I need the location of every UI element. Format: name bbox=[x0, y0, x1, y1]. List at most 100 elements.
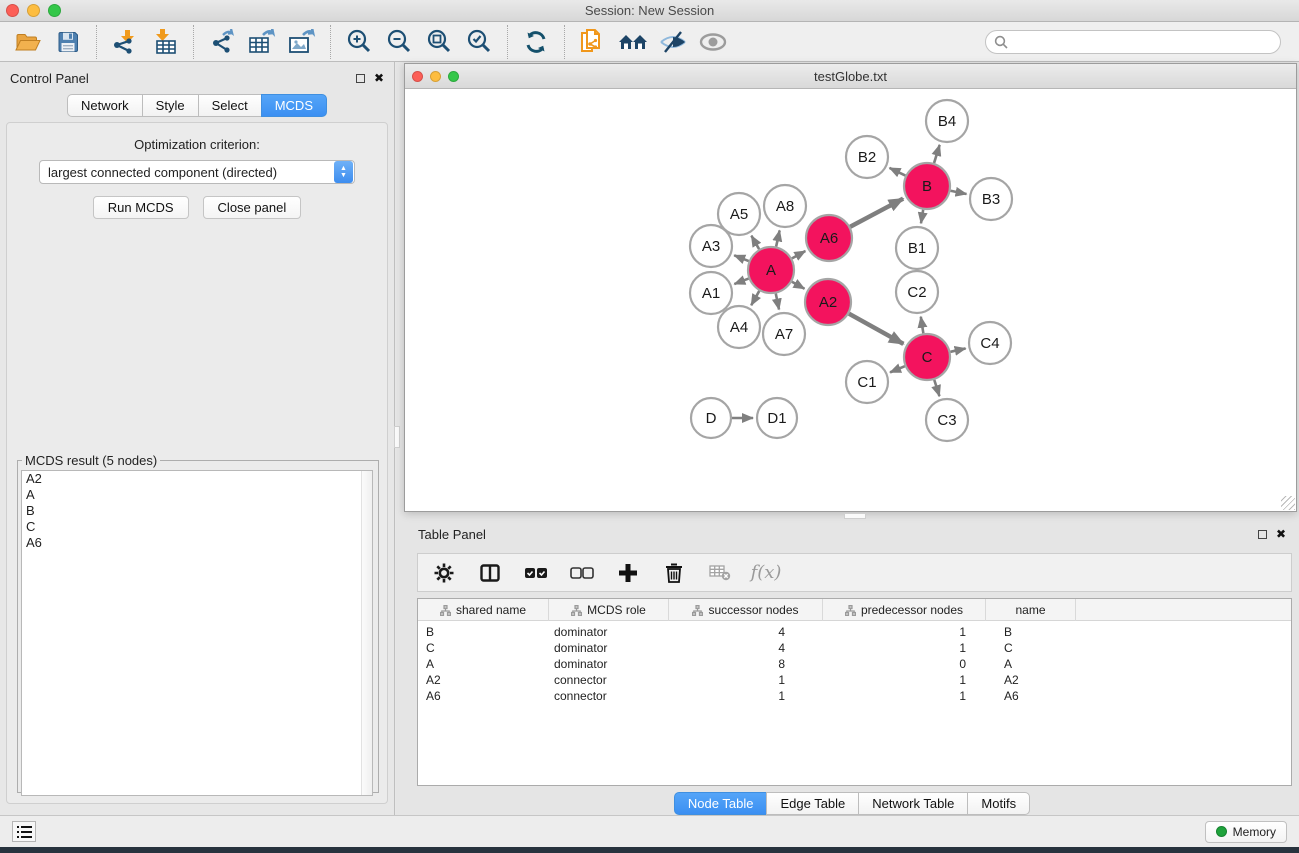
zoom-fit-icon[interactable] bbox=[419, 25, 459, 59]
delete-table-icon[interactable] bbox=[702, 557, 738, 589]
horizontal-splitter-grip[interactable] bbox=[844, 513, 866, 519]
graph-node-C1[interactable]: C1 bbox=[846, 361, 888, 403]
mcds-result-item[interactable]: A6 bbox=[22, 535, 372, 551]
table-cell[interactable]: dominator bbox=[549, 640, 669, 656]
network-minimize-button[interactable] bbox=[430, 71, 441, 82]
zoom-out-icon[interactable] bbox=[379, 25, 419, 59]
table-cell[interactable]: A6 bbox=[418, 688, 549, 704]
vertical-splitter-grip[interactable] bbox=[394, 426, 400, 448]
table-cell[interactable]: 1 bbox=[669, 688, 823, 704]
refresh-view-icon[interactable] bbox=[516, 25, 556, 59]
graph-node-B3[interactable]: B3 bbox=[970, 178, 1012, 220]
create-column-icon[interactable] bbox=[610, 557, 646, 589]
import-table-icon[interactable] bbox=[145, 25, 185, 59]
tab-select[interactable]: Select bbox=[198, 94, 261, 117]
edge-B-B1[interactable] bbox=[921, 210, 923, 224]
column-header-shared-name[interactable]: shared name bbox=[418, 599, 549, 621]
graph-node-A1[interactable]: A1 bbox=[690, 272, 732, 314]
clone-network-icon[interactable] bbox=[573, 25, 613, 59]
export-network-icon[interactable] bbox=[202, 25, 242, 59]
graph-node-A8[interactable]: A8 bbox=[764, 185, 806, 227]
result-list-scrollbar[interactable] bbox=[361, 471, 372, 795]
graph-node-B4[interactable]: B4 bbox=[926, 100, 968, 142]
graph-node-C4[interactable]: C4 bbox=[969, 322, 1011, 364]
edge-A-A2[interactable] bbox=[792, 282, 805, 289]
graph-node-B1[interactable]: B1 bbox=[896, 227, 938, 269]
table-row[interactable]: Adominator80A bbox=[418, 656, 1291, 672]
mcds-result-item[interactable]: B bbox=[22, 503, 372, 519]
table-cell[interactable]: C bbox=[418, 640, 549, 656]
graph-node-C2[interactable]: C2 bbox=[896, 271, 938, 313]
zoom-window-button[interactable] bbox=[48, 4, 61, 17]
column-header-name[interactable]: name bbox=[986, 599, 1076, 621]
graph-node-A6[interactable]: A6 bbox=[806, 215, 852, 261]
table-cell[interactable]: 0 bbox=[823, 656, 986, 672]
table-cell[interactable]: A2 bbox=[418, 672, 549, 688]
save-session-icon[interactable] bbox=[48, 25, 88, 59]
search-box[interactable] bbox=[985, 30, 1281, 54]
edge-A-A8[interactable] bbox=[776, 230, 780, 246]
column-header-MCDS-role[interactable]: MCDS role bbox=[549, 599, 669, 621]
edge-C-C2[interactable] bbox=[921, 317, 924, 334]
memory-button[interactable]: Memory bbox=[1205, 821, 1287, 843]
window-resize-grip[interactable] bbox=[1281, 496, 1295, 510]
export-image-icon[interactable] bbox=[282, 25, 322, 59]
table-cell[interactable]: A6 bbox=[986, 688, 1076, 704]
table-cell[interactable]: dominator bbox=[549, 656, 669, 672]
network-zoom-button[interactable] bbox=[448, 71, 459, 82]
table-row[interactable]: Cdominator41C bbox=[418, 640, 1291, 656]
edge-C-C3[interactable] bbox=[934, 380, 939, 396]
close-window-button[interactable] bbox=[6, 4, 19, 17]
open-session-icon[interactable] bbox=[8, 25, 48, 59]
table-cell[interactable]: 1 bbox=[669, 672, 823, 688]
edge-A-A6[interactable] bbox=[792, 251, 805, 258]
select-all-columns-icon[interactable] bbox=[518, 557, 554, 589]
mcds-result-item[interactable]: C bbox=[22, 519, 372, 535]
table-row[interactable]: Bdominator41B bbox=[418, 624, 1291, 640]
table-cell[interactable]: 1 bbox=[823, 640, 986, 656]
tab-mcds[interactable]: MCDS bbox=[261, 94, 327, 117]
zoom-in-icon[interactable] bbox=[339, 25, 379, 59]
table-cell[interactable]: B bbox=[418, 624, 549, 640]
close-panel-icon[interactable]: ✖ bbox=[374, 72, 384, 84]
table-cell[interactable]: 4 bbox=[669, 640, 823, 656]
graph-node-A3[interactable]: A3 bbox=[690, 225, 732, 267]
table-cell[interactable]: dominator bbox=[549, 624, 669, 640]
table-cell[interactable]: A bbox=[418, 656, 549, 672]
graph-node-A7[interactable]: A7 bbox=[763, 313, 805, 355]
float-table-panel-icon[interactable] bbox=[1258, 530, 1267, 539]
table-cell[interactable]: connector bbox=[549, 688, 669, 704]
unselect-all-columns-icon[interactable] bbox=[564, 557, 600, 589]
table-cell[interactable]: 1 bbox=[823, 624, 986, 640]
table-cell[interactable]: C bbox=[986, 640, 1076, 656]
import-network-icon[interactable] bbox=[105, 25, 145, 59]
float-panel-icon[interactable] bbox=[356, 74, 365, 83]
tab-motifs[interactable]: Motifs bbox=[967, 792, 1030, 815]
mcds-result-item[interactable]: A2 bbox=[22, 471, 372, 487]
edge-B-B2[interactable] bbox=[890, 168, 906, 176]
run-mcds-button[interactable]: Run MCDS bbox=[93, 196, 189, 219]
table-row[interactable]: A2connector11A2 bbox=[418, 672, 1291, 688]
first-neighbors-icon[interactable] bbox=[613, 25, 653, 59]
mcds-result-item[interactable]: A bbox=[22, 487, 372, 503]
minimize-window-button[interactable] bbox=[27, 4, 40, 17]
tab-style[interactable]: Style bbox=[142, 94, 198, 117]
table-cell[interactable]: A bbox=[986, 656, 1076, 672]
table-cell[interactable]: connector bbox=[549, 672, 669, 688]
mcds-result-list[interactable]: A2ABCA6 bbox=[21, 470, 373, 796]
graph-node-A[interactable]: A bbox=[748, 247, 794, 293]
table-cell[interactable]: 1 bbox=[823, 672, 986, 688]
optimization-criterion-select[interactable]: largest connected component (directed) ▲… bbox=[39, 160, 355, 184]
table-row[interactable]: A6connector11A6 bbox=[418, 688, 1291, 704]
toggle-bird-eye-icon[interactable] bbox=[693, 25, 733, 59]
table-cell[interactable]: 8 bbox=[669, 656, 823, 672]
graph-node-D[interactable]: D bbox=[691, 398, 731, 438]
graph-node-D1[interactable]: D1 bbox=[757, 398, 797, 438]
edge-C-C4[interactable] bbox=[950, 348, 965, 351]
table-cell[interactable]: 1 bbox=[823, 688, 986, 704]
close-table-panel-icon[interactable]: ✖ bbox=[1276, 528, 1286, 540]
delete-columns-icon[interactable] bbox=[656, 557, 692, 589]
edge-B-B3[interactable] bbox=[951, 191, 967, 194]
table-cell[interactable]: 4 bbox=[669, 624, 823, 640]
search-input[interactable] bbox=[1013, 34, 1272, 49]
